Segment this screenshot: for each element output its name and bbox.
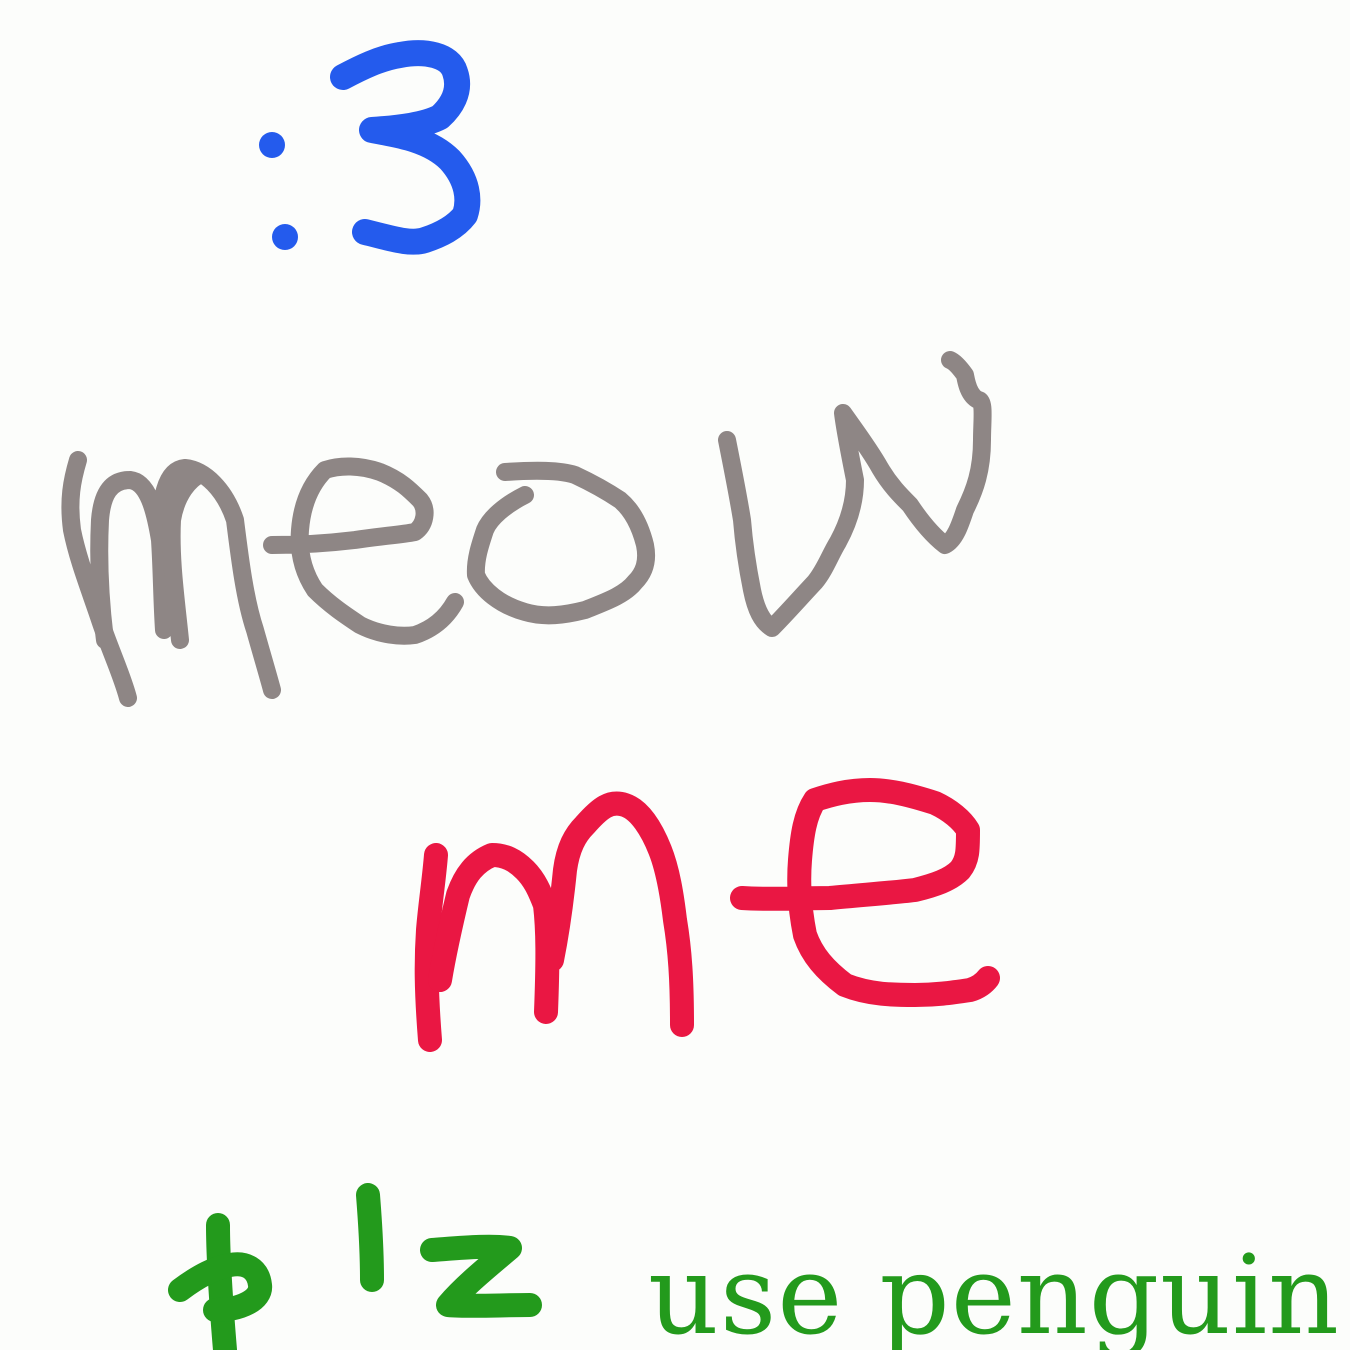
plz-p-stem: [206, 1213, 237, 1350]
plz-z: [420, 1234, 542, 1318]
face-strokes: [259, 40, 481, 255]
meow-e: [263, 457, 464, 645]
three-stroke: [330, 40, 481, 255]
doodle-face-colon-three: [61, 40, 1000, 1350]
meow-strokes: [61, 351, 992, 707]
meow-m-second-arch: [162, 466, 209, 649]
plz-strokes: [168, 1183, 542, 1350]
colon-dot-top: [259, 132, 285, 158]
meow-w: [718, 351, 992, 637]
me-m-arches: [428, 791, 694, 1037]
me-strokes: [414, 778, 1000, 1052]
meow-o: [466, 461, 656, 625]
typed-caption: use penguin: [648, 1231, 1341, 1350]
drawing-canvas: use penguin: [0, 0, 1350, 1350]
me-e: [730, 778, 1000, 1007]
colon-dot-bottom: [272, 224, 298, 250]
plz-apostrophe: [356, 1183, 384, 1292]
